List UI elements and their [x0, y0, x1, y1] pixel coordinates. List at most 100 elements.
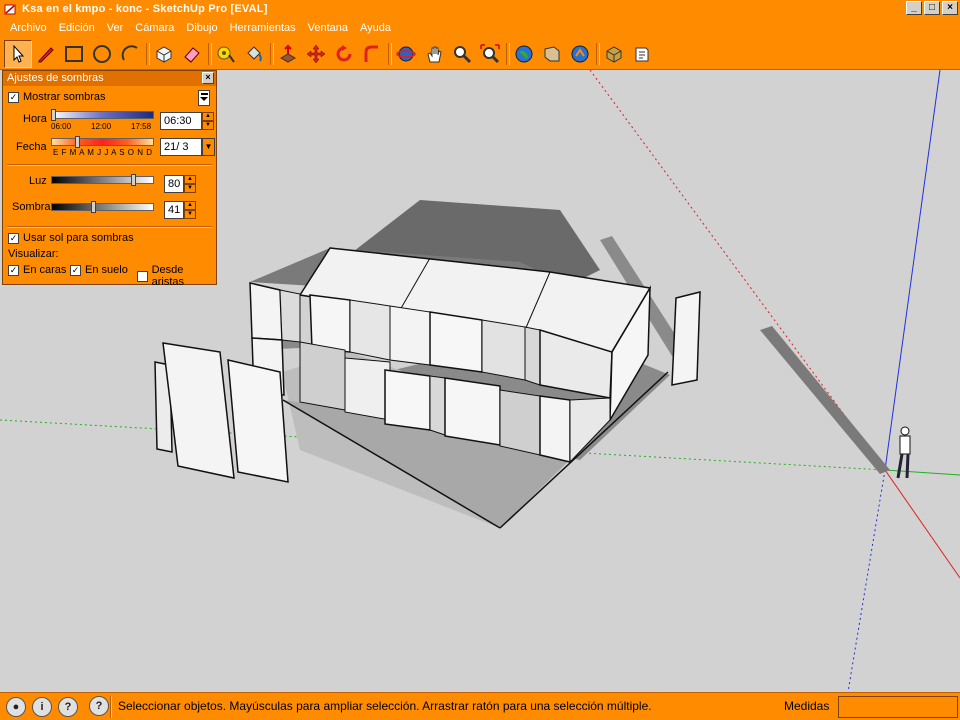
toolbar-separator [144, 41, 150, 67]
panel-right [671, 291, 701, 386]
tape-measure-tool-icon[interactable] [212, 40, 240, 68]
circle-tool-icon[interactable] [88, 40, 116, 68]
panel-divider [7, 164, 212, 166]
instructor-icon[interactable]: ? [89, 696, 109, 716]
menu-dibujo[interactable]: Dibujo [180, 22, 223, 34]
sketchup-app-icon [4, 3, 16, 15]
hour-slider-thumb[interactable] [51, 109, 56, 121]
maximize-button[interactable]: □ [924, 1, 940, 15]
date-label: Fecha [16, 141, 47, 153]
use-sun-label: Usar sol para sombras [23, 232, 134, 244]
date-month-ticks: E F M A M J J A S O N D [53, 148, 153, 157]
spin-up-icon[interactable]: ▲ [184, 175, 196, 184]
zoom-tool-icon[interactable] [448, 40, 476, 68]
menu-archivo[interactable]: Archivo [4, 22, 53, 34]
light-slider[interactable] [51, 176, 154, 184]
model-info-tool-icon[interactable] [628, 40, 656, 68]
geo-location-icon[interactable]: ● [6, 696, 26, 717]
spin-up-icon[interactable]: ▲ [184, 201, 196, 210]
light-input[interactable]: 80 [164, 175, 184, 193]
help-icon[interactable]: ? [58, 696, 78, 717]
from-edges-label: Desde aristas [151, 264, 185, 288]
date-slider-thumb[interactable] [75, 136, 80, 148]
menu-ventana[interactable]: Ventana [302, 22, 354, 34]
minimize-button[interactable]: _ [906, 1, 922, 15]
panel-title: Ajustes de sombras [7, 72, 104, 84]
panel-title-bar[interactable]: Ajustes de sombras × [3, 71, 216, 86]
menu-camara[interactable]: Cámara [129, 22, 180, 34]
hour-label: Hora [23, 113, 47, 125]
light-spinner[interactable]: ▲ ▼ [184, 175, 196, 193]
collapse-panel-button[interactable] [198, 90, 210, 106]
from-edges-row: Desde aristas [137, 264, 216, 288]
menu-edicion[interactable]: Edición [53, 22, 101, 34]
human-figure[interactable] [896, 426, 911, 479]
show-shadows-row: ✓ Mostrar sombras [8, 91, 106, 103]
toolbar-separator [504, 41, 510, 67]
measures-input[interactable] [838, 696, 958, 718]
arc-tool-icon[interactable] [116, 40, 144, 68]
title-bar: Ksa en el kmpo - konc - SketchUp Pro [EV… [0, 0, 960, 18]
visualize-label: Visualizar: [8, 248, 59, 260]
status-text: Seleccionar objetos. Mayúsculas para amp… [118, 699, 652, 713]
from-edges-checkbox[interactable] [137, 270, 148, 282]
window-title: Ksa en el kmpo - konc - SketchUp Pro [EV… [22, 3, 268, 15]
hour-tick-mid: 12:00 [91, 122, 112, 131]
date-slider[interactable] [51, 138, 154, 146]
rotate-tool-icon[interactable] [330, 40, 358, 68]
google-earth-tool-icon[interactable] [510, 40, 538, 68]
on-ground-checkbox[interactable]: ✓ [70, 264, 81, 276]
menu-herramientas[interactable]: Herramientas [224, 22, 302, 34]
shade-spinner[interactable]: ▲ ▼ [184, 201, 196, 219]
pan-tool-icon[interactable] [420, 40, 448, 68]
panel-close-button[interactable]: × [202, 72, 214, 84]
menu-ayuda[interactable]: Ayuda [354, 22, 397, 34]
paint-bucket-tool-icon[interactable] [240, 40, 268, 68]
eraser-tool-icon[interactable] [178, 40, 206, 68]
toolbar-separator [206, 41, 212, 67]
hour-slider[interactable] [51, 111, 154, 119]
hour-spinner[interactable]: ▲ ▼ [202, 112, 214, 130]
use-sun-checkbox[interactable]: ✓ [8, 232, 19, 244]
shade-input[interactable]: 41 [164, 201, 184, 219]
green-axis [884, 469, 960, 476]
shade-label: Sombra [12, 201, 51, 213]
panel-divider [7, 226, 212, 228]
hour-input[interactable]: 06:30 [160, 112, 202, 130]
follow-me-tool-icon[interactable] [358, 40, 386, 68]
pencil-tool-icon[interactable] [32, 40, 60, 68]
credits-icon[interactable]: i [32, 696, 52, 717]
hour-tick-end: 17:58 [131, 122, 152, 131]
date-dropdown-icon[interactable]: ▼ [202, 138, 215, 156]
status-separator [110, 696, 112, 718]
toolbar-separator [386, 41, 392, 67]
select-tool-icon[interactable] [4, 39, 32, 68]
close-button[interactable]: × [942, 1, 958, 15]
on-faces-label: En caras [23, 264, 67, 276]
share-model-tool-icon[interactable] [566, 40, 594, 68]
push-pull-tool-icon[interactable] [274, 40, 302, 68]
zoom-extents-tool-icon[interactable] [476, 40, 504, 68]
move-tool-icon[interactable] [302, 40, 330, 68]
menu-ver[interactable]: Ver [101, 22, 130, 34]
light-slider-thumb[interactable] [131, 174, 136, 186]
spin-down-icon[interactable]: ▼ [184, 210, 196, 219]
light-label: Luz [29, 175, 47, 187]
components-tool-icon[interactable] [600, 40, 628, 68]
spin-down-icon[interactable]: ▼ [184, 184, 196, 193]
spin-down-icon[interactable]: ▼ [202, 121, 214, 130]
use-sun-row: ✓ Usar sol para sombras [8, 232, 134, 244]
get-models-tool-icon[interactable] [538, 40, 566, 68]
shade-slider-thumb[interactable] [91, 201, 96, 213]
show-shadows-checkbox[interactable]: ✓ [8, 91, 19, 103]
spin-up-icon[interactable]: ▲ [202, 112, 214, 121]
hour-tick-start: 06:00 [51, 122, 72, 131]
on-faces-checkbox[interactable]: ✓ [8, 264, 19, 276]
make-component-tool-icon[interactable] [150, 40, 178, 68]
date-input[interactable]: 21/ 3 [160, 138, 202, 156]
orbit-tool-icon[interactable] [392, 40, 420, 68]
status-bar: ● i ? ? Seleccionar objetos. Mayúsculas … [0, 692, 960, 720]
shade-slider[interactable] [51, 203, 154, 211]
rectangle-tool-icon[interactable] [60, 40, 88, 68]
toolbar-separator [594, 41, 600, 67]
